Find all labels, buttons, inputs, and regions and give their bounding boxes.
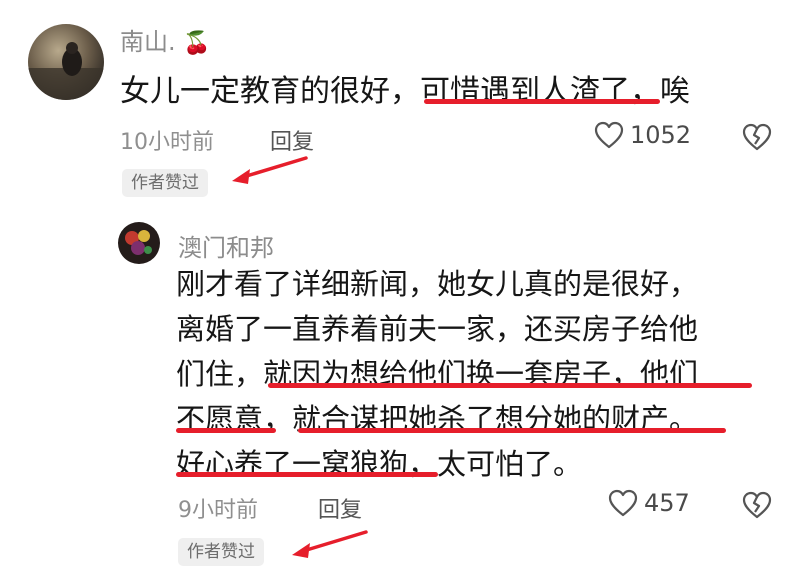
underline-highlight-4 <box>298 428 726 433</box>
commenter-avatar[interactable] <box>28 24 104 100</box>
red-arrow-icon <box>292 530 368 558</box>
cherry-emoji: 🍒 <box>183 31 211 56</box>
heart-outline-icon <box>608 489 638 517</box>
reply-line: 不愿意，就合谋把她杀了想分她的财产。 <box>176 402 699 436</box>
reply-reply-button[interactable]: 回复 <box>318 492 362 524</box>
underline-highlight-2 <box>268 383 752 388</box>
reply-like-button[interactable]: 457 <box>608 489 690 517</box>
commenter-name[interactable]: 南山. 🍒 <box>120 22 211 57</box>
comment-dislike-button[interactable] <box>742 123 772 155</box>
broken-heart-icon <box>742 123 772 151</box>
commenter-name-text[interactable]: 南山. <box>120 28 176 56</box>
comment-like-count: 1052 <box>630 121 692 149</box>
comment-time: 10小时前 <box>120 130 214 155</box>
reply-line: 们住，就因为想给他们换一套房子，他们 <box>176 357 699 391</box>
reply-like-count: 457 <box>644 489 690 517</box>
reply-text: 刚才看了详细新闻，她女儿真的是很好， 离婚了一直养着前夫一家，还买房子给他 们住… <box>176 262 698 487</box>
author-liked-badge: 作者赞过 <box>122 169 208 197</box>
underline-highlight-3 <box>176 428 276 433</box>
replier-name[interactable]: 澳门和邦 <box>178 228 274 263</box>
comment-like-button[interactable]: 1052 <box>594 121 691 149</box>
heart-outline-icon <box>594 121 624 149</box>
broken-heart-icon <box>742 491 772 519</box>
author-liked-badge: 作者赞过 <box>178 538 264 566</box>
reply-time: 9小时前 <box>178 498 258 523</box>
reply-line: 离婚了一直养着前夫一家，还买房子给他 <box>176 312 699 346</box>
underline-highlight-5 <box>176 472 438 477</box>
replier-avatar[interactable] <box>118 222 160 264</box>
underline-highlight-1 <box>424 99 660 104</box>
reply-line: 刚才看了详细新闻，她女儿真的是很好， <box>176 267 699 301</box>
red-arrow-icon <box>232 156 308 184</box>
reply-line: 好心养了一窝狼狗，太可怕了。 <box>176 447 583 481</box>
reply-dislike-button[interactable] <box>742 491 772 523</box>
